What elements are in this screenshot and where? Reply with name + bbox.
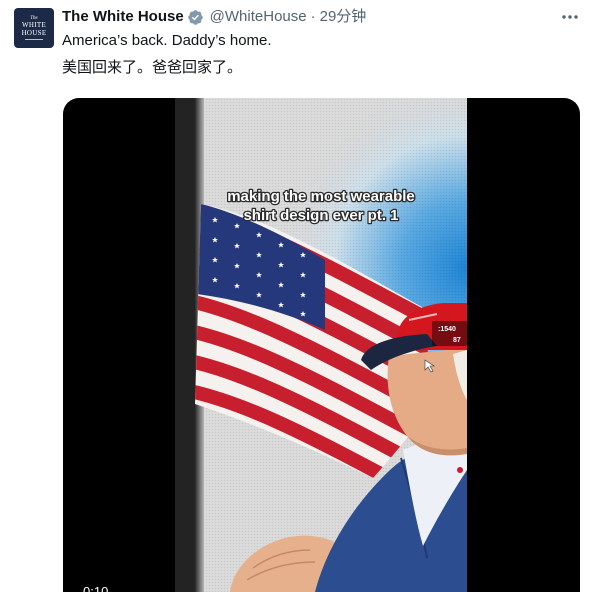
author-name[interactable]: The White House [62,7,184,27]
video-hud-overlay: :1540 87 [432,321,467,346]
avatar-logo-text-white: WHITE [21,21,47,29]
video-duration-badge: 0:10 [79,582,113,592]
video-left-edge [175,98,195,592]
video-player[interactable]: :1540 87 making the most wearable shirt … [63,98,580,592]
more-options-icon[interactable] [560,8,580,26]
person-lapel-pin [457,467,463,473]
video-caption-line-1: making the most wearable [227,188,415,205]
avatar-logo-text-house: HOUSE [21,29,47,37]
video-frame: :1540 87 making the most wearable shirt … [175,98,467,592]
header-separator: · [310,8,316,25]
tweet-text-line-1: America’s back. Daddy’s home. [62,32,272,49]
video-hud-line-2: 87 [453,337,461,344]
verified-badge-icon[interactable] [187,9,204,26]
video-hud-box [432,321,467,346]
tweet-text-line-2: 美国回来了。爸爸回家了。 [62,59,243,76]
tweet-header: The White House @WhiteHouse · 29分钟 [62,7,366,27]
video-caption-line-2: shirt design ever pt. 1 [243,207,398,224]
tweet-timestamp[interactable]: 29分钟 [320,7,367,27]
author-handle[interactable]: @WhiteHouse [210,7,307,27]
video-hud-line-1: :1540 [438,326,456,333]
author-avatar[interactable]: The WHITE HOUSE [14,8,54,48]
avatar-logo-rule [25,39,43,40]
